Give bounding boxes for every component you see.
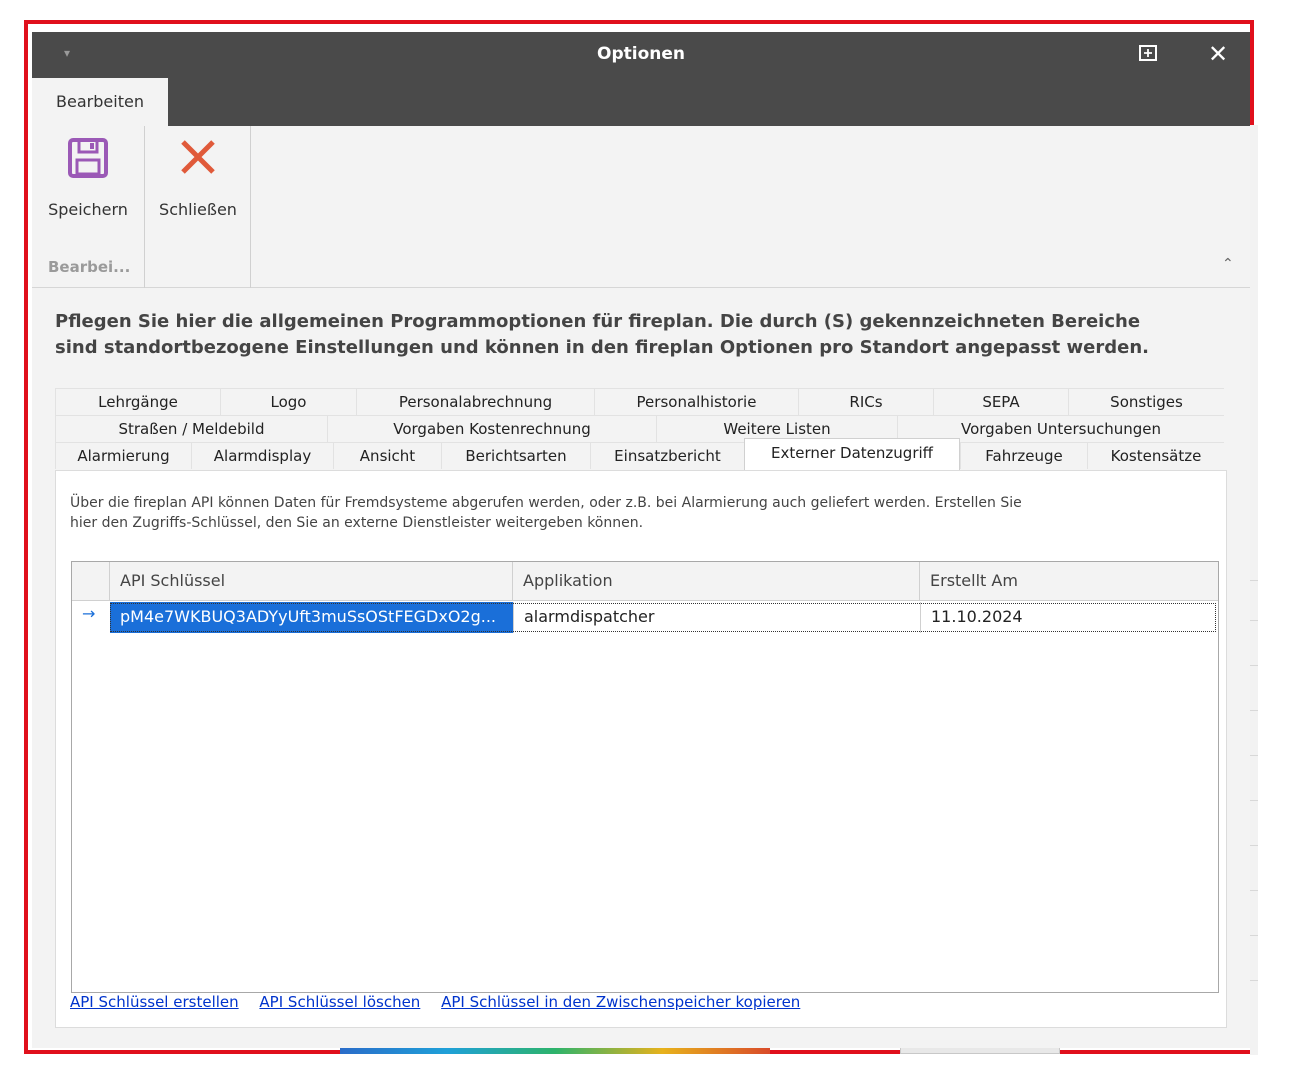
page-description: Pflegen Sie hier die allgemeinen Program… — [55, 311, 1150, 358]
tab-panel: Über die fireplan API können Daten für F… — [55, 470, 1227, 1028]
ribbon-group-label: Bearbei... — [48, 258, 131, 276]
cell-api-key[interactable]: pM4e7WKBUQ3ADYyUft3muSsOStFEGDxO2g... — [110, 602, 513, 633]
close-x-icon — [181, 140, 215, 174]
cell-created-date[interactable]: 11.10.2024 — [920, 602, 1218, 633]
save-button[interactable]: Speichern — [32, 126, 144, 256]
api-info-text: Über die fireplan API können Daten für F… — [70, 493, 1070, 533]
tab-rics[interactable]: RICs — [798, 388, 933, 415]
tab-externer-datenzugriff[interactable]: Externer Datenzugriff — [744, 438, 960, 470]
close-label: Schließen — [159, 200, 237, 219]
tab-personalabrechnung[interactable]: Personalabrechnung — [356, 388, 594, 415]
delete-api-key-link[interactable]: API Schlüssel löschen — [259, 993, 420, 1011]
ribbon-tab-bearbeiten[interactable]: Bearbeiten — [32, 78, 168, 126]
row-indicator-header — [72, 562, 110, 600]
create-api-key-link[interactable]: API Schlüssel erstellen — [70, 993, 239, 1011]
title-bar: ▾ Optionen ✕ — [32, 32, 1250, 78]
column-header-api-key[interactable]: API Schlüssel — [110, 562, 513, 600]
ribbon-tab-bar: Bearbeiten — [32, 78, 1250, 126]
background-window-strip — [340, 1048, 770, 1054]
column-header-created[interactable]: Erstellt Am — [920, 562, 1218, 600]
cell-application[interactable]: alarmdispatcher — [513, 602, 920, 633]
action-links: API Schlüssel erstellen API Schlüssel lö… — [70, 993, 816, 1017]
tab-alarmdisplay[interactable]: Alarmdisplay — [191, 442, 333, 469]
close-button[interactable]: Schließen — [145, 126, 251, 256]
api-key-grid[interactable]: API Schlüssel Applikation Erstellt Am → … — [71, 561, 1219, 993]
tab-vorgaben-kostenrechnung[interactable]: Vorgaben Kostenrechnung — [327, 415, 656, 442]
maximize-icon[interactable] — [1139, 45, 1157, 61]
save-label: Speichern — [48, 200, 128, 219]
tab-personalhistorie[interactable]: Personalhistorie — [594, 388, 798, 415]
api-info-line: hier den Zugriffs-Schlüssel, den Sie an … — [70, 515, 644, 531]
options-tabs: Lehrgänge Logo Personalabrechnung Person… — [55, 388, 1225, 472]
tab-fahrzeuge[interactable]: Fahrzeuge — [960, 442, 1087, 469]
grid-header: API Schlüssel Applikation Erstellt Am — [72, 562, 1218, 601]
copy-api-key-link[interactable]: API Schlüssel in den Zwischenspeicher ko… — [441, 993, 800, 1011]
tab-strassen-meldebild[interactable]: Straßen / Meldebild — [55, 415, 327, 442]
tab-sonstiges[interactable]: Sonstiges — [1068, 388, 1224, 415]
tab-ansicht[interactable]: Ansicht — [333, 442, 441, 469]
tab-logo[interactable]: Logo — [220, 388, 356, 415]
tab-berichtsarten[interactable]: Berichtsarten — [441, 442, 590, 469]
window-close-icon[interactable]: ✕ — [1208, 40, 1228, 68]
tab-einsatzbericht[interactable]: Einsatzbericht — [590, 442, 744, 469]
tab-sepa[interactable]: SEPA — [933, 388, 1068, 415]
window-title: Optionen — [597, 44, 685, 64]
options-dialog: ▾ Optionen ✕ Bearbeiten Speichern Schlie… — [32, 32, 1250, 1048]
floppy-disk-icon — [68, 138, 108, 178]
ribbon: Speichern Schließen Bearbei... ⌃ — [32, 126, 1250, 288]
tab-kostensaetze[interactable]: Kostensätze — [1087, 442, 1224, 469]
column-header-application[interactable]: Applikation — [513, 562, 920, 600]
background-window-edge — [1250, 125, 1258, 1055]
api-info-line: Über die fireplan API können Daten für F… — [70, 495, 1022, 511]
table-row[interactable]: pM4e7WKBUQ3ADYyUft3muSsOStFEGDxO2g... al… — [72, 602, 1218, 633]
collapse-ribbon-icon[interactable]: ⌃ — [1222, 256, 1234, 272]
tab-lehrgaenge[interactable]: Lehrgänge — [55, 388, 220, 415]
tab-alarmierung[interactable]: Alarmierung — [55, 442, 191, 469]
